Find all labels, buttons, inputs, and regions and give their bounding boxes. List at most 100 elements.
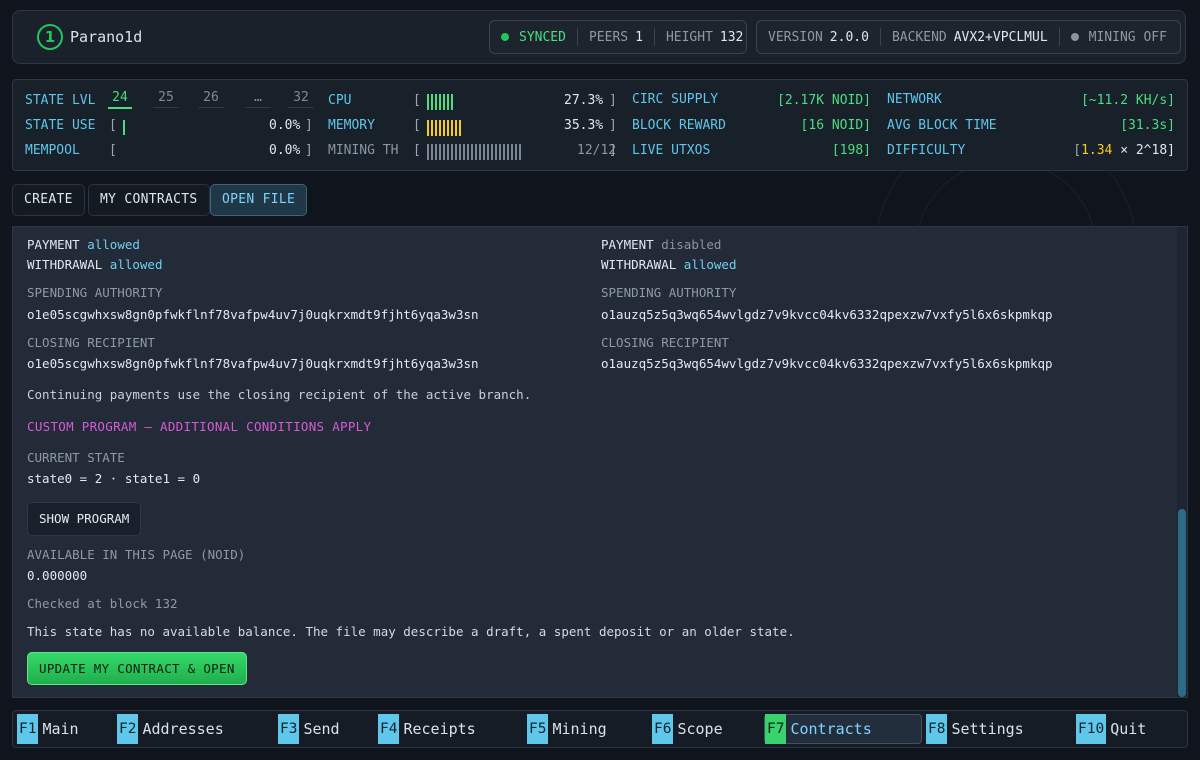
function-key-bar: F1 Main F2 Addresses F3 Send F4 Receipts F5 M… [12,710,1188,748]
contract-details-panel: PAYMENT allowed WITHDRAWAL allowed SPEND… [12,226,1188,698]
mining-threads-bars [427,144,521,160]
memory-value: 35.3% [564,118,604,133]
state-use-value: 0.0% [269,118,301,133]
right-spending-authority-label: SPENDING AUTHORITY [601,285,737,300]
thread-bar [499,144,501,160]
thread-bar [507,144,509,160]
peers-indicator: PEERS 1 [576,28,654,46]
avg-block-time-value: [31.3s] [1120,118,1175,133]
circ-supply-value: [2.17K NOID] [777,93,871,108]
version-value: 2.0.0 [829,29,869,45]
logo-icon: 1 [37,24,63,50]
right-payment-row: PAYMENT disabled [601,237,721,252]
update-contract-open-button[interactable]: UPDATE MY CONTRACT & OPEN [27,652,247,685]
show-program-button[interactable]: SHOW PROGRAM [27,502,142,536]
state-use-close-bracket: ] [305,118,313,133]
state-use-label: STATE USE [25,118,96,133]
payment-label: PAYMENT [27,237,80,252]
payment-value: allowed [87,237,140,252]
nav-scope[interactable]: F6 Scope [652,714,723,744]
thread-bar [455,144,457,160]
sync-status-text: SYNCED [519,29,566,45]
sync-status-box: SYNCED PEERS 1 HEIGHT 132 [489,20,747,54]
tab-open-file[interactable]: OPEN FILE [210,184,308,216]
nav-contracts-label: Contracts [790,720,872,738]
thread-bar [475,144,477,160]
mining-threads-label: MINING TH [328,143,399,158]
backend-indicator: BACKEND AVX2+VPCLMUL [879,28,1059,46]
f8-key: F8 [926,714,948,744]
cpu-bar [427,94,429,110]
current-state-label: CURRENT STATE [27,450,125,465]
state-level-25[interactable]: 25 [153,90,179,108]
left-closing-recipient-label: CLOSING RECIPIENT [27,335,155,350]
cpu-bar [431,94,433,110]
state-use-bar [123,120,125,135]
state-level-26[interactable]: 26 [198,90,224,108]
nav-receipts[interactable]: F4 Receipts [378,714,476,744]
state-level-32[interactable]: 32 [288,90,314,108]
withdrawal-value: allowed [109,257,163,272]
cpu-close-bracket: ] [609,93,617,108]
left-withdrawal-row: WITHDRAWAL allowed [27,257,162,272]
app-name: Parano1d [70,28,143,46]
live-utxos-label: LIVE UTXOS [632,143,711,158]
height-indicator: HEIGHT 132 [653,28,754,46]
memory-bar [443,120,445,136]
live-utxos-value: [198] [831,143,871,158]
thread-bar [431,144,433,160]
mempool-label: MEMPOOL [25,143,80,158]
tab-create[interactable]: CREATE [12,184,85,216]
nav-settings-label: Settings [951,720,1024,738]
nav-contracts[interactable]: F7 Contracts [764,714,922,744]
mining-dot-icon [1070,33,1079,41]
backend-label: BACKEND [891,29,947,45]
memory-bar [431,120,433,136]
cpu-usage-bars [427,94,453,110]
scrollbar-thumb[interactable] [1178,509,1186,697]
thread-bar [435,144,437,160]
nav-mining[interactable]: F5 Mining [527,714,607,744]
circ-supply-label: CIRC SUPPLY [632,92,719,107]
right-closing-recipient-label: CLOSING RECIPIENT [601,335,729,350]
cpu-bar [443,94,445,110]
nav-addresses-label: Addresses [142,720,224,738]
available-balance-label: AVAILABLE IN THIS PAGE (NOID) [27,547,246,562]
thread-bar [471,144,473,160]
sync-dot-icon [501,33,509,41]
continuing-payments-note: Continuing payments use the closing reci… [27,387,532,402]
thread-bar [487,144,489,160]
current-state-value: state0 = 2 · state1 = 0 [27,471,201,486]
thread-bar [495,144,497,160]
withdrawal-label: WITHDRAWAL [27,257,103,272]
tab-my-contracts[interactable]: MY CONTRACTS [88,184,210,216]
nav-settings[interactable]: F8 Settings [926,714,1024,744]
mining-indicator: MINING OFF [1058,28,1178,46]
memory-bar [427,120,429,136]
nav-addresses[interactable]: F2 Addresses [117,714,224,744]
nav-scope-label: Scope [677,720,723,738]
withdrawal-value: allowed [683,257,737,272]
mining-status-text: MINING OFF [1088,29,1167,45]
difficulty-value: 1.34 [1081,143,1113,158]
no-balance-note: This state has no available balance. The… [27,624,795,639]
thread-bar [515,144,517,160]
nav-receipts-label: Receipts [403,720,476,738]
payment-value: disabled [661,237,722,252]
nav-main[interactable]: F1 Main [17,714,79,744]
left-spending-authority-address: o1e05scgwhxsw8gn0pfwkflnf78vafpw4uv7j0uq… [27,307,479,322]
nav-send[interactable]: F3 Send [278,714,340,744]
left-closing-recipient-address: o1e05scgwhxsw8gn0pfwkflnf78vafpw4uv7j0uq… [27,356,479,371]
nav-quit-label: Quit [1110,720,1147,738]
stats-panel: STATE LVL 24 25 26 … 32 STATE USE [ 0.0%… [12,79,1188,171]
state-level-24[interactable]: 24 [108,90,132,109]
nav-quit[interactable]: F10 Quit [1076,714,1146,744]
cpu-bar [447,94,449,110]
right-withdrawal-row: WITHDRAWAL allowed [601,257,736,272]
difficulty-open-bracket: [ [1073,143,1082,158]
cpu-value: 27.3% [564,93,604,108]
memory-bar [459,120,461,136]
mempool-close-bracket: ] [305,143,313,158]
thread-bar [443,144,445,160]
build-info-box: VERSION 2.0.0 BACKEND AVX2+VPCLMUL MININ… [756,20,1181,54]
